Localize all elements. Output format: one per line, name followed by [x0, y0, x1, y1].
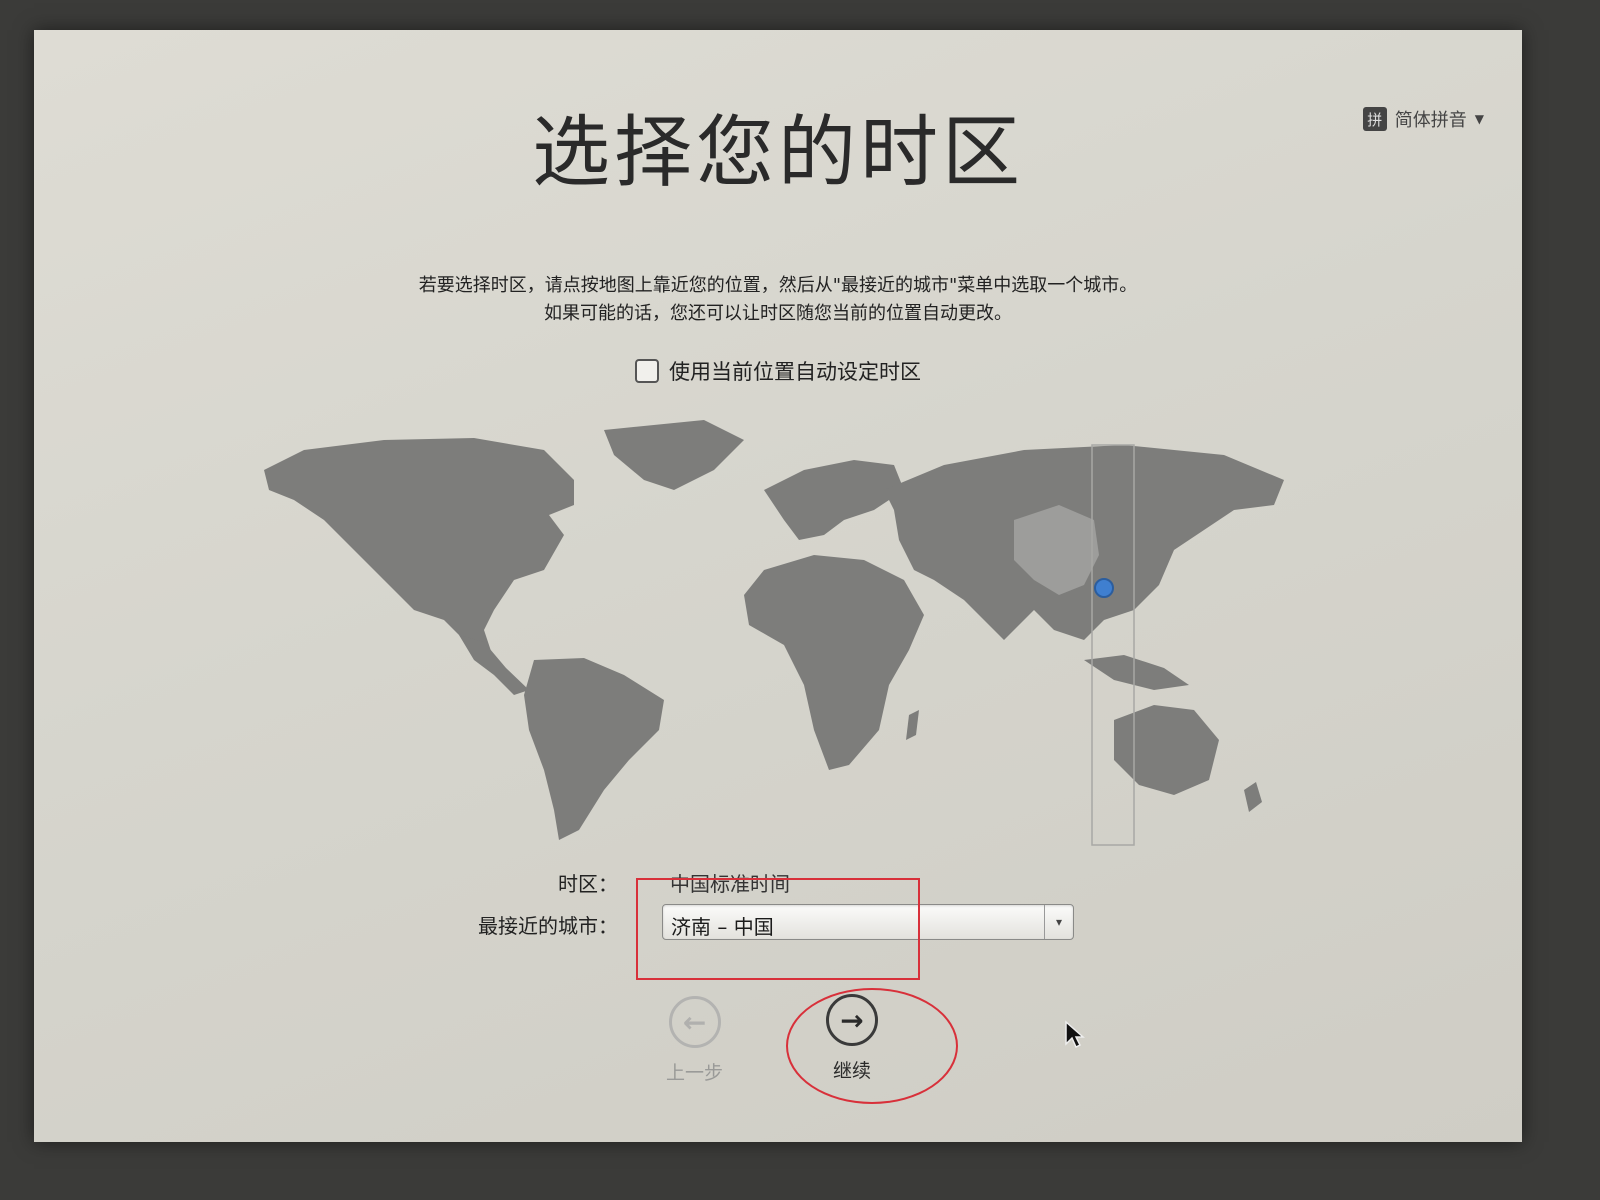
instructions-text: 若要选择时区，请点按地图上靠近您的位置，然后从"最接近的城市"菜单中选取一个城市… — [34, 272, 1522, 328]
central-america — [459, 635, 529, 695]
back-label: 上一步 — [666, 1062, 724, 1084]
chevron-down-icon: ▼ — [1474, 112, 1484, 126]
location-pin-icon — [1094, 578, 1114, 598]
europe — [764, 460, 904, 540]
closest-city-label: 最接近的城市： — [478, 914, 618, 938]
arrow-left-icon: ← — [668, 996, 721, 1048]
auto-timezone-option[interactable]: 使用当前位置自动设定时区 — [34, 356, 1522, 386]
continents — [264, 420, 1284, 840]
south-america — [524, 658, 664, 840]
auto-timezone-checkbox[interactable] — [635, 359, 659, 383]
input-source-icon: 拼 — [1362, 107, 1387, 131]
back-button[interactable]: ← 上一步 — [666, 996, 723, 1085]
madagascar — [906, 710, 919, 740]
input-source-menu[interactable]: 拼 简体拼音 ▼ — [1362, 106, 1484, 132]
setup-assistant-screen: 选择您的时区 拼 简体拼音 ▼ 若要选择时区，请点按地图上靠近您的位置，然后从"… — [34, 30, 1522, 1142]
chevron-down-icon[interactable]: ▾ — [1044, 905, 1073, 939]
mouse-pointer-icon — [1065, 1020, 1085, 1049]
greenland — [604, 420, 744, 490]
auto-timezone-label: 使用当前位置自动设定时区 — [669, 360, 921, 384]
instructions-line-1: 若要选择时区，请点按地图上靠近您的位置，然后从"最接近的城市"菜单中选取一个城市… — [418, 275, 1138, 296]
southeast-asia-islands — [1084, 655, 1189, 690]
timezone-label: 时区： — [558, 872, 618, 896]
new-zealand — [1244, 782, 1262, 812]
instructions-line-2: 如果可能的话，您还可以让时区随您当前的位置自动更改。 — [544, 303, 1012, 324]
annotation-rectangle — [636, 878, 920, 980]
input-source-label: 简体拼音 — [1394, 110, 1467, 131]
north-america — [264, 438, 574, 660]
australia — [1114, 705, 1219, 795]
africa — [744, 555, 924, 770]
annotation-ellipse — [786, 988, 958, 1104]
page-title: 选择您的时区 — [531, 108, 1024, 198]
world-map[interactable] — [244, 410, 1304, 850]
